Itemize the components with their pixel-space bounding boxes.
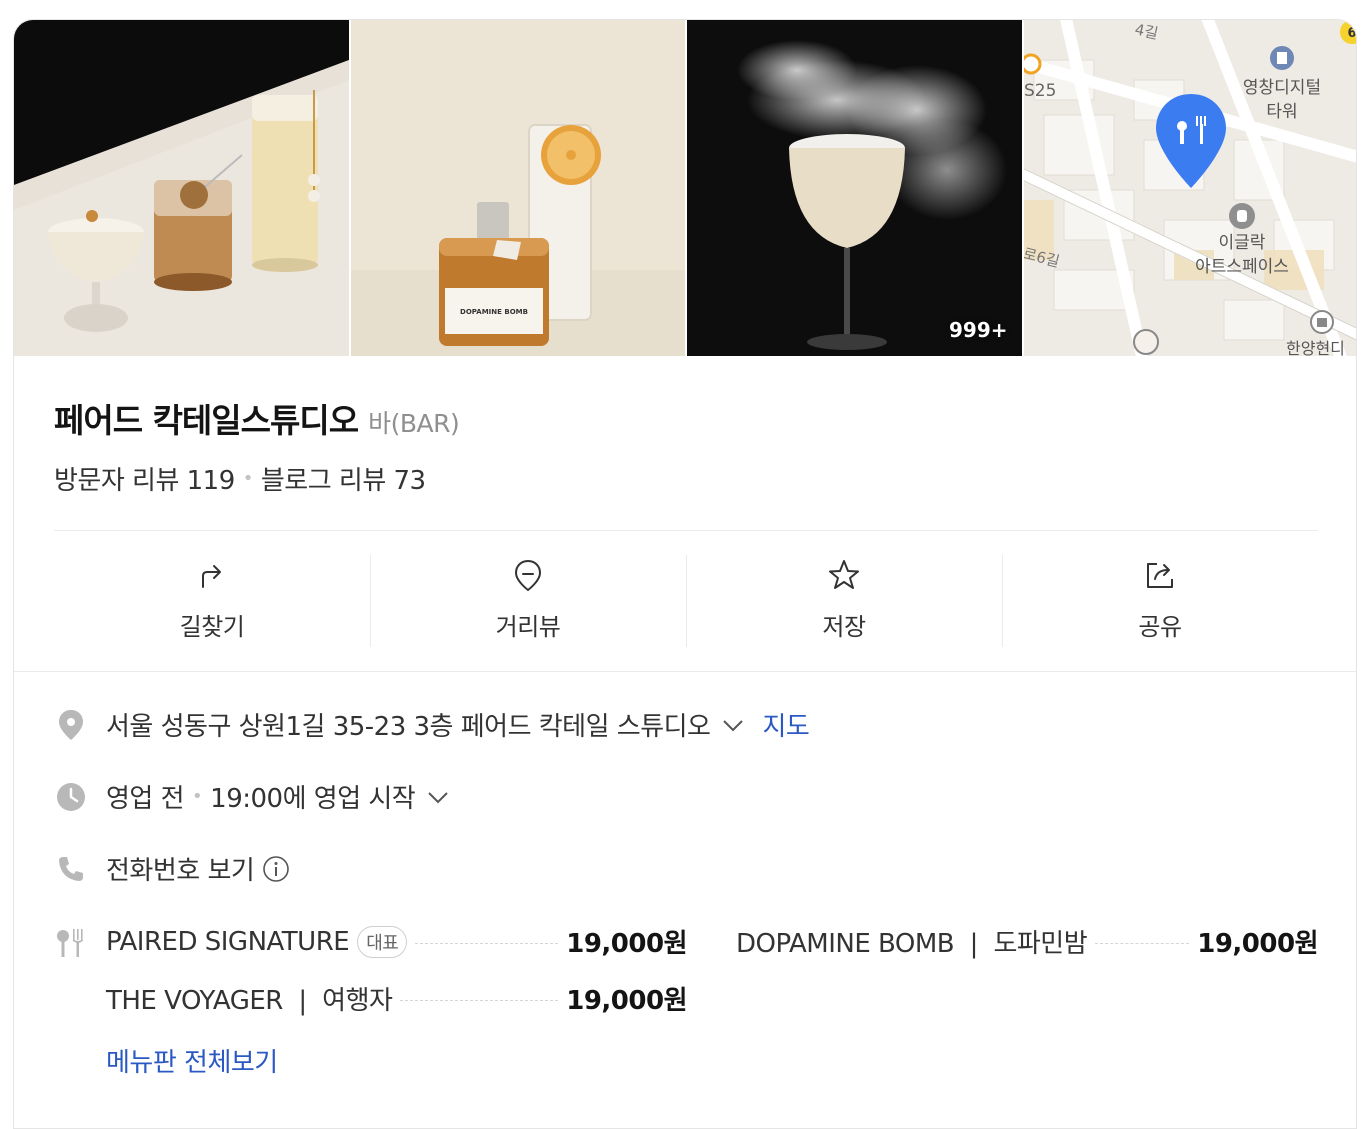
info-icon[interactable] — [262, 855, 290, 883]
address-text: 서울 성동구 상원1길 35-23 3층 페어드 칵테일 스튜디오 — [106, 712, 711, 742]
divider — [14, 671, 1356, 672]
menu-item[interactable]: PAIRED SIGNATURE 대표 19,000원 — [106, 923, 687, 960]
place-category: 바(BAR) — [368, 409, 460, 438]
location-map-thumbnail[interactable]: 4길 S25 영창디지털 타워 이글락 아트스페이스 로6길 한양현디 6 — [1023, 20, 1356, 356]
menu-item-price: 19,000원 — [566, 986, 687, 1016]
map-label-bottom: 한양현디 — [1286, 339, 1345, 356]
photo-dopamine-bomb-bottle[interactable]: DOPAMINE BOMB — [350, 20, 685, 356]
menu-item-price: 19,000원 — [566, 929, 687, 959]
blog-review-link[interactable]: 블로그 리뷰 73 — [261, 460, 426, 497]
phone-label: 전화번호 보기 — [106, 856, 255, 886]
bottle-label: DOPAMINE BOMB — [460, 308, 528, 316]
divider — [54, 530, 1318, 531]
place-name: 페어드 칵테일스튜디오 — [54, 401, 359, 440]
dotted-leader — [400, 1000, 559, 1001]
save-button[interactable]: 저장 — [686, 555, 1002, 649]
separator-dot: • — [192, 786, 203, 807]
phone-icon — [59, 856, 83, 881]
directions-icon — [202, 565, 221, 588]
share-label: 공유 — [1138, 613, 1182, 641]
menu-item[interactable]: DOPAMINE BOMB | 도파민밤 19,000원 — [736, 923, 1318, 960]
street-view-button[interactable]: 거리뷰 — [370, 555, 686, 649]
map-label-s25: S25 — [1024, 81, 1056, 101]
address-row: 서울 성동구 상원1길 35-23 3층 페어드 칵테일 스튜디오 지도 — [54, 706, 810, 743]
photo-smoky-cocktail[interactable]: 999+ — [687, 20, 1022, 356]
photo-cocktails-table[interactable] — [14, 20, 349, 356]
menu-item-price: 19,000원 — [1197, 929, 1318, 959]
location-pin-icon — [59, 709, 83, 740]
street-view-label: 거리뷰 — [495, 613, 561, 641]
dotted-leader — [1095, 943, 1190, 944]
share-button[interactable]: 공유 — [1002, 555, 1318, 649]
share-icon — [1147, 563, 1173, 588]
directions-button[interactable]: 길찾기 — [54, 555, 370, 649]
review-summary: 방문자 리뷰 119 • 블로그 리뷰 73 — [54, 460, 426, 497]
map-label-building-1: 영창디지털 — [1242, 78, 1320, 98]
map-label-artspace-1: 이글락 — [1218, 233, 1265, 253]
view-full-menu-link[interactable]: 메뉴판 전체보기 — [106, 1042, 278, 1079]
menu-item-name: PAIRED SIGNATURE — [106, 926, 350, 957]
dotted-leader — [415, 943, 559, 944]
street-view-icon — [514, 559, 542, 592]
hours-row: 영업 전 • 19:00에 영업 시작 — [54, 778, 451, 815]
chevron-down-icon[interactable] — [720, 712, 746, 738]
map-label-badge: 6 — [1347, 26, 1356, 41]
visitor-review-link[interactable]: 방문자 리뷰 119 — [54, 460, 235, 497]
separator-dot: • — [242, 468, 254, 489]
photo-strip: DOPAMINE BOMB 999+ 4길 S25 영창디지털 타워 이글락 아… — [14, 20, 1356, 356]
utensils-icon — [57, 929, 84, 957]
directions-label: 길찾기 — [179, 613, 245, 641]
menu-item[interactable]: THE VOYAGER | 여행자 19,000원 — [106, 980, 687, 1017]
place-card: DOPAMINE BOMB 999+ 4길 S25 영창디지털 타워 이글락 아… — [13, 19, 1357, 1129]
menu-item-name: THE VOYAGER | 여행자 — [106, 986, 393, 1016]
save-label: 저장 — [822, 613, 866, 641]
map-link[interactable]: 지도 — [762, 706, 809, 743]
representative-badge: 대표 — [357, 925, 408, 958]
menu-item-name: DOPAMINE BOMB | 도파민밤 — [736, 929, 1088, 959]
action-bar: 길찾기 거리뷰 저장 공유 — [54, 555, 1318, 649]
hours-status: 영업 전 — [106, 784, 185, 814]
phone-row[interactable]: 전화번호 보기 — [54, 850, 290, 887]
clock-icon — [57, 782, 85, 811]
map-label-artspace-2: 아트스페이스 — [1195, 257, 1289, 277]
chevron-down-icon[interactable] — [425, 784, 451, 810]
map-label-building-2: 타워 — [1266, 102, 1297, 122]
hours-detail: 19:00에 영업 시작 — [210, 784, 416, 814]
star-icon — [829, 560, 859, 589]
place-title-row: 페어드 칵테일스튜디오 바(BAR) — [54, 394, 460, 442]
photo-count-badge: 999+ — [948, 318, 1008, 342]
